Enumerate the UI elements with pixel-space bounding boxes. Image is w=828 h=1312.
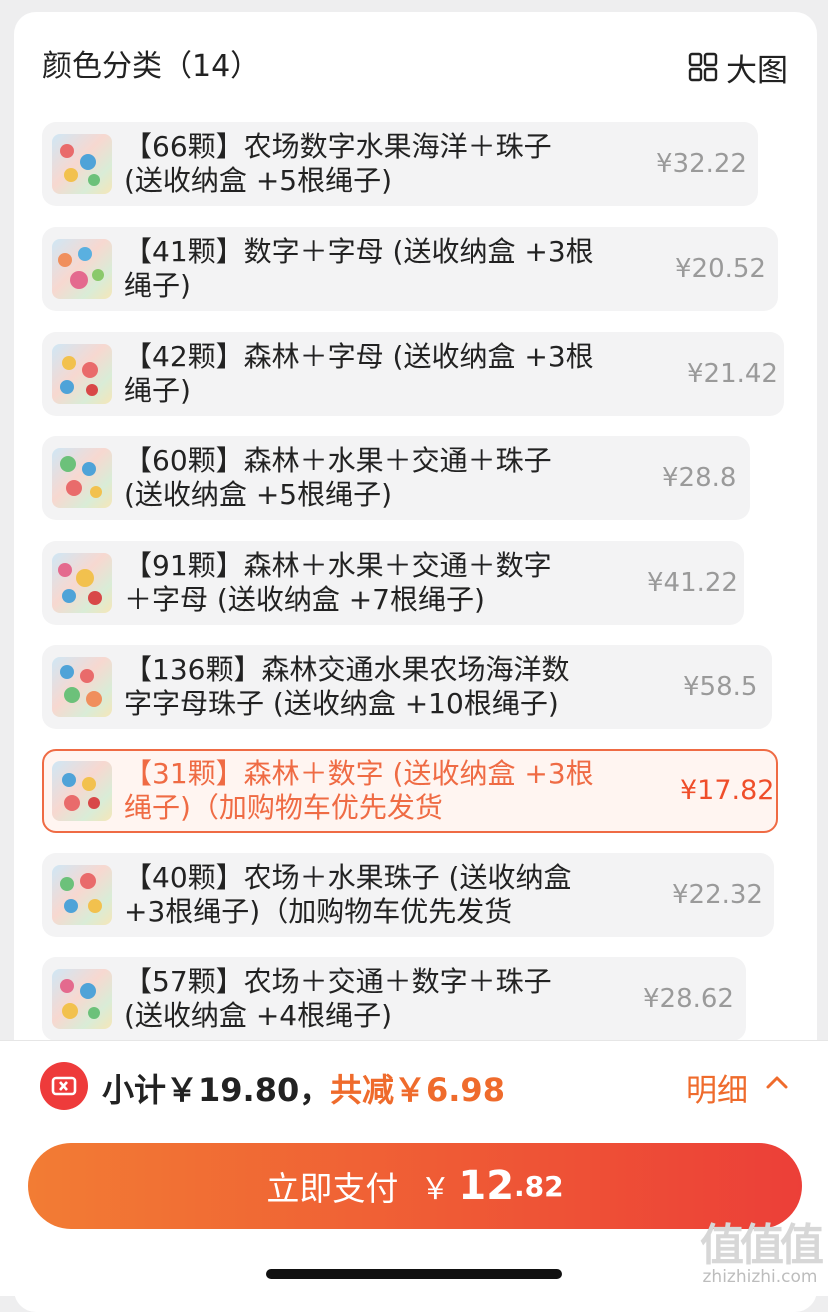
home-indicator[interactable] <box>266 1269 562 1279</box>
color-option-list: 【66颗】农场数字水果海洋＋珠子 (送收纳盒 +5根绳子) ¥32.22 【41颗… <box>42 122 802 1042</box>
checkout-bar: 小计￥19.80， 共减￥6.98 明细 立即支付 ￥ 12 .82 值值值 z… <box>0 1040 828 1296</box>
chevron-up-icon[interactable] <box>764 1069 790 1095</box>
option-label: 【40颗】农场＋水果珠子 (送收纳盒 +3根绳子)（加购物车优先发货 <box>124 861 572 928</box>
option-label: 【136颗】森林交通水果农场海洋数 字字母珠子 (送收纳盒 +10根绳子) <box>124 653 570 720</box>
option-price: ¥41.22 <box>647 568 738 598</box>
coupon-icon <box>40 1062 88 1110</box>
page-title: 颜色分类（14） <box>42 49 261 84</box>
product-thumbnail <box>52 448 112 508</box>
option-label: 【66颗】农场数字水果海洋＋珠子 (送收纳盒 +5根绳子) <box>124 130 552 197</box>
option-price: ¥21.42 <box>687 359 778 389</box>
watermark-logo: 值值值 <box>700 1220 824 1271</box>
sku-header: 颜色分类（14） 大图 <box>42 46 788 89</box>
option-price: ¥58.5 <box>683 672 758 702</box>
watermark-site: zhizhizhi.com <box>702 1267 818 1287</box>
option-price: ¥20.52 <box>675 254 766 284</box>
product-thumbnail <box>52 134 112 194</box>
product-thumbnail <box>52 865 112 925</box>
option-price: ¥28.62 <box>643 984 734 1014</box>
product-thumbnail <box>52 239 112 299</box>
option-label: 【91颗】森林＋水果＋交通＋数字 ＋字母 (送收纳盒 +7根绳子) <box>124 549 552 616</box>
pay-amount-decimal: .82 <box>514 1169 564 1203</box>
option-label: 【42颗】森林＋字母 (送收纳盒 +3根 绳子) <box>124 340 594 407</box>
option-label: 【41颗】数字＋字母 (送收纳盒 +3根 绳子) <box>124 235 594 302</box>
color-option[interactable]: 【60颗】森林＋水果＋交通＋珠子 (送收纳盒 +5根绳子) ¥28.8 <box>42 436 750 520</box>
option-label: 【60颗】森林＋水果＋交通＋珠子 (送收纳盒 +5根绳子) <box>124 444 552 511</box>
product-thumbnail <box>52 344 112 404</box>
watermark: 值值值 zhizhizhi.com <box>700 1209 824 1287</box>
option-price: ¥22.32 <box>672 880 763 910</box>
option-price: ¥17.82 <box>680 775 775 806</box>
product-thumbnail <box>52 761 112 821</box>
color-option[interactable]: 【40颗】农场＋水果珠子 (送收纳盒 +3根绳子)（加购物车优先发货 ¥22.32 <box>42 853 774 937</box>
color-option[interactable]: 【42颗】森林＋字母 (送收纳盒 +3根 绳子) ¥21.42 <box>42 332 784 416</box>
pay-amount-integer: 12 <box>458 1163 515 1209</box>
color-option[interactable]: 【66颗】农场数字水果海洋＋珠子 (送收纳盒 +5根绳子) ¥32.22 <box>42 122 758 206</box>
product-thumbnail <box>52 969 112 1029</box>
color-option[interactable]: 【136颗】森林交通水果农场海洋数 字字母珠子 (送收纳盒 +10根绳子) ¥58… <box>42 645 772 729</box>
color-option[interactable]: 【57颗】农场＋交通＋数字＋珠子 (送收纳盒 +4根绳子) ¥28.62 <box>42 957 746 1041</box>
option-price: ¥28.8 <box>662 463 737 493</box>
color-option[interactable]: 【91颗】森林＋水果＋交通＋数字 ＋字母 (送收纳盒 +7根绳子) ¥41.22 <box>42 541 744 625</box>
option-label: 【31颗】森林＋数字 (送收纳盒 +3根 绳子)（加购物车优先发货 <box>124 757 594 824</box>
subtotal-text: 小计￥19.80， <box>102 1071 332 1109</box>
pay-now-button[interactable]: 立即支付 ￥ 12 .82 <box>28 1143 802 1229</box>
option-label: 【57颗】农场＋交通＋数字＋珠子 (送收纳盒 +4根绳子) <box>124 965 552 1032</box>
color-option[interactable]: 【41颗】数字＋字母 (送收纳盒 +3根 绳子) ¥20.52 <box>42 227 778 311</box>
big-view-button[interactable]: 大图 <box>688 46 788 89</box>
product-thumbnail <box>52 553 112 613</box>
color-option-selected[interactable]: 【31颗】森林＋数字 (送收纳盒 +3根 绳子)（加购物车优先发货 ¥17.82 <box>42 749 778 833</box>
detail-toggle[interactable]: 明细 <box>686 1065 748 1110</box>
discount-text: 共减￥6.98 <box>330 1071 505 1109</box>
pay-now-label: 立即支付 <box>266 1169 399 1208</box>
option-price: ¥32.22 <box>656 149 747 179</box>
grid-icon <box>688 52 718 82</box>
product-thumbnail <box>52 657 112 717</box>
big-view-label: 大图 <box>726 52 788 89</box>
pay-currency: ￥ <box>420 1172 451 1207</box>
